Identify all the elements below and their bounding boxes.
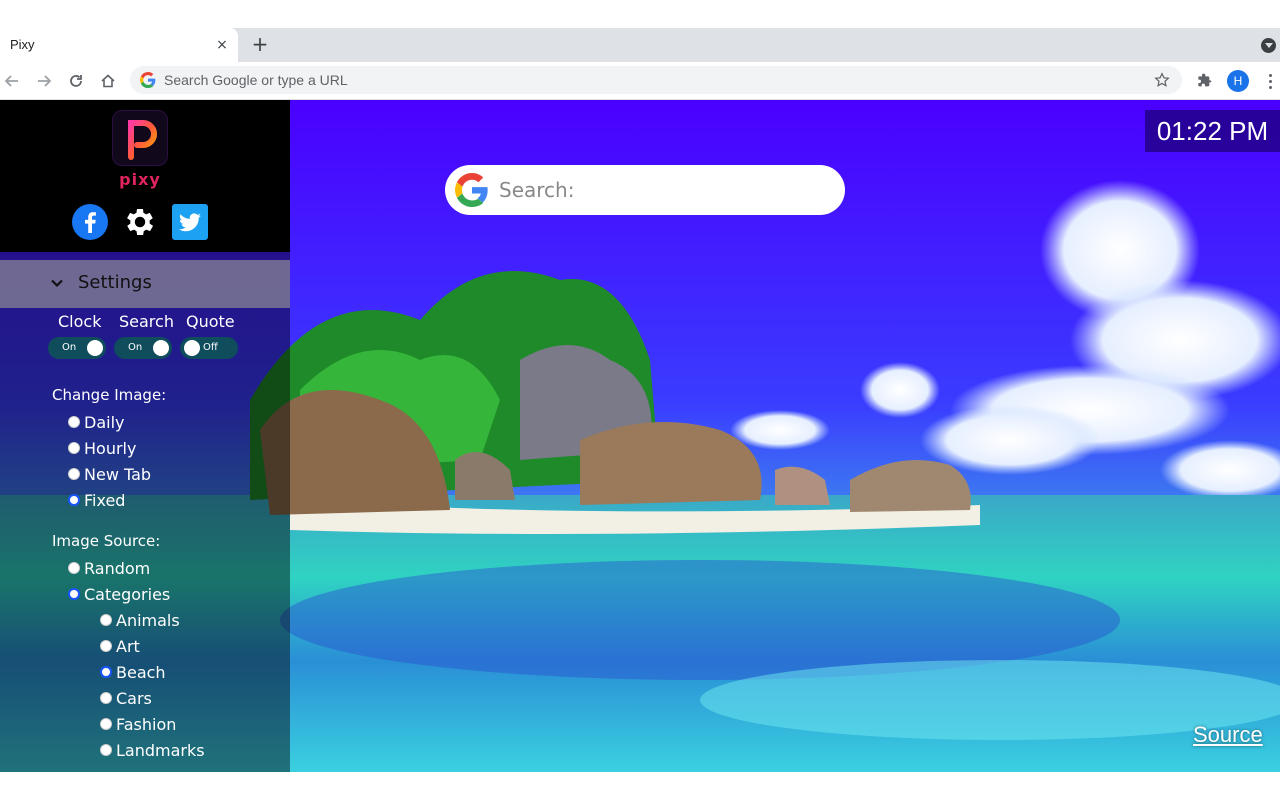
search-toggle[interactable]: On [114,337,172,359]
radio-label-hourly: Hourly [84,439,137,458]
radio-label-daily: Daily [84,413,125,432]
pixy-logo [112,110,168,166]
address-bar[interactable]: Search Google or type a URL [130,66,1182,94]
home-icon[interactable] [96,69,120,93]
radio-fashion[interactable] [100,718,112,730]
browser-menu-icon[interactable] [1260,70,1280,92]
radio-random[interactable] [68,562,80,574]
facebook-icon[interactable] [72,204,108,240]
change-image-label: Change Image: [52,386,167,404]
radio-daily[interactable] [68,416,80,428]
clock-display: 01:22 PM [1145,110,1280,152]
image-source-label: Image Source: [52,532,161,550]
clock-toggle-label: Clock [58,312,102,331]
google-g-icon [140,72,156,88]
back-icon[interactable] [0,69,24,93]
tab-search-icon[interactable] [1261,38,1276,53]
logo-text: pixy [119,170,161,189]
quote-toggle-label: Quote [186,312,235,331]
radio-label-beach: Beach [116,663,166,682]
gear-icon[interactable] [122,204,158,240]
google-search-box [445,165,845,215]
radio-beach[interactable] [100,666,112,678]
chevron-down-icon [51,279,63,288]
toggle-knob [184,340,200,356]
quote-toggle[interactable]: Off [180,337,238,359]
source-link[interactable]: Source [1193,722,1263,748]
radio-label-fashion: Fashion [116,715,177,734]
radio-label-art: Art [116,637,140,656]
radio-label-landmarks: Landmarks [116,741,205,760]
tab-strip: Pixy × + [0,28,1280,62]
radio-landmarks[interactable] [100,744,112,756]
toggle-knob [153,340,169,356]
settings-accordion-header[interactable]: Settings [0,260,290,308]
browser-tab[interactable]: Pixy × [0,28,238,62]
radio-new-tab[interactable] [68,468,80,480]
radio-label-random: Random [84,559,151,578]
google-g-icon [455,173,488,207]
extensions-puzzle-icon[interactable] [1194,70,1216,92]
radio-hourly[interactable] [68,442,80,454]
radio-label-cars: Cars [116,689,152,708]
clock-toggle[interactable]: On [48,337,106,359]
radio-label-animals: Animals [116,611,180,630]
radio-art[interactable] [100,640,112,652]
radio-label-categories: Categories [84,585,171,604]
bookmark-star-icon[interactable] [1152,70,1172,90]
search-toggle-label: Search [119,312,174,331]
settings-label: Settings [78,272,152,293]
address-placeholder: Search Google or type a URL [164,72,348,88]
radio-categories[interactable] [68,588,80,600]
browser-toolbar: Search Google or type a URL H [0,62,1280,100]
search-input[interactable] [499,175,829,205]
twitter-icon[interactable] [172,204,208,240]
reload-icon[interactable] [64,69,88,93]
clock-toggle-state: On [62,342,77,353]
radio-animals[interactable] [100,614,112,626]
quote-toggle-state: Off [203,342,218,353]
sidebar-header: pixy [0,100,290,252]
radio-fixed[interactable] [68,494,80,506]
tab-title: Pixy [10,37,35,52]
new-tab-icon[interactable]: + [250,33,270,55]
pixy-new-tab-page: pixy Settings Clock Search Quote On On O… [0,100,1280,772]
tab-close-icon[interactable]: × [214,37,230,53]
radio-label-fixed: Fixed [84,491,126,510]
radio-cars[interactable] [100,692,112,704]
toggle-knob [87,340,103,356]
radio-label-new-tab: New Tab [84,465,152,484]
forward-icon[interactable] [32,69,56,93]
profile-avatar[interactable]: H [1227,70,1249,92]
search-toggle-state: On [128,342,143,353]
